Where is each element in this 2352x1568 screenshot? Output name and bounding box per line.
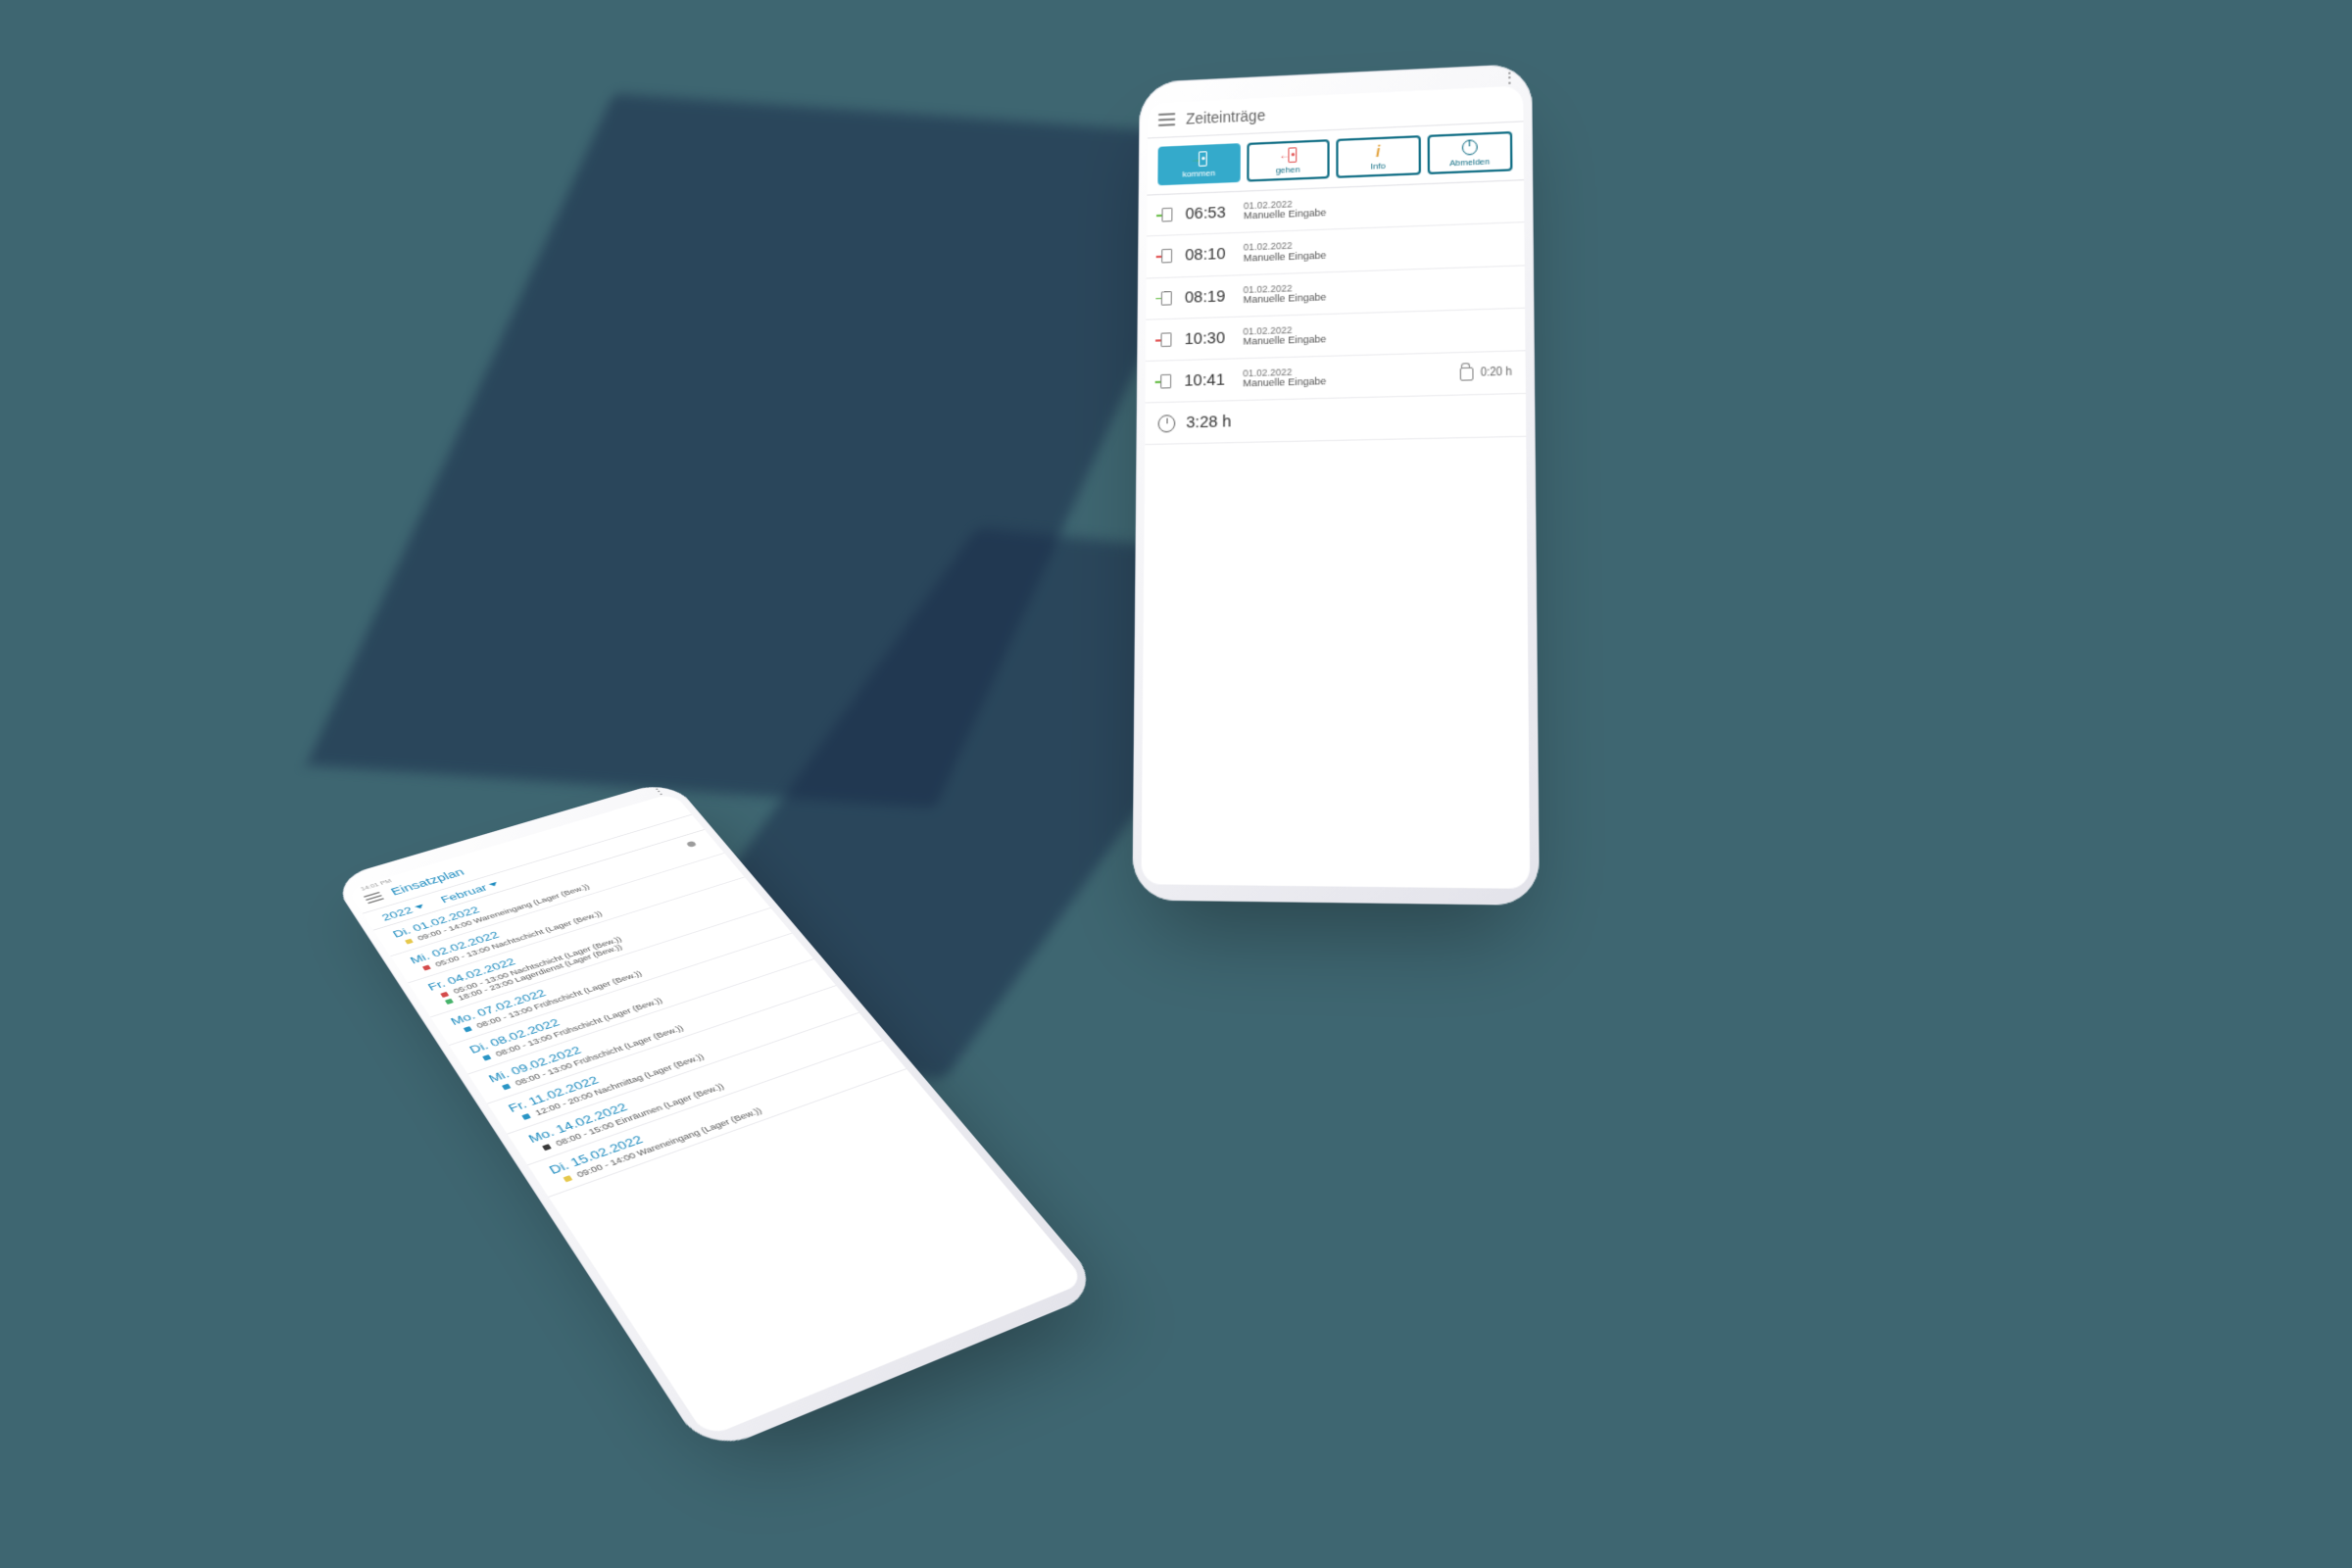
power-icon: [1460, 139, 1478, 155]
menu-icon[interactable]: [1158, 113, 1175, 126]
entry-time: 08:19: [1185, 286, 1233, 307]
door-out-icon: [1279, 147, 1297, 163]
entry-source: Manuelle Eingabe: [1243, 335, 1326, 350]
entry-extra: 0:20 h: [1460, 366, 1512, 380]
menu-icon[interactable]: [364, 892, 384, 905]
door-in-icon: [1190, 151, 1207, 167]
entry-source: Manuelle Eingabe: [1244, 250, 1327, 265]
chevron-down-icon: [489, 882, 499, 888]
shift-color-icon: [502, 1084, 512, 1091]
shift-color-icon: [563, 1175, 572, 1182]
total-row: 3:28 h: [1145, 394, 1526, 445]
chevron-down-icon: [415, 905, 424, 910]
door-out-icon: [1159, 249, 1174, 265]
entries-list: 06:53 01.02.2022Manuelle Eingabe 08:10 01.0…: [1146, 180, 1526, 404]
shift-color-icon: [445, 999, 454, 1004]
shift-color-icon: [422, 964, 431, 970]
shift-color-icon: [542, 1144, 552, 1151]
entry-meta: 01.02.2022Manuelle Eingabe: [1243, 366, 1326, 391]
kommen-button[interactable]: kommen: [1157, 143, 1240, 185]
shift-color-icon: [464, 1026, 472, 1032]
info-button[interactable]: i Info: [1336, 135, 1420, 178]
door-out-icon: [1158, 332, 1173, 348]
info-icon: i: [1369, 143, 1387, 159]
entry-time: 06:53: [1185, 203, 1232, 223]
shift-color-icon: [482, 1054, 491, 1061]
entry-time: 10:41: [1184, 370, 1232, 390]
status-dot-icon: [686, 841, 698, 848]
overflow-menu-icon[interactable]: ⋮: [1501, 69, 1518, 88]
door-in-icon: [1159, 290, 1174, 306]
total-value: 3:28 h: [1186, 413, 1231, 432]
door-in-icon: [1158, 373, 1174, 389]
entry-time: 10:30: [1185, 328, 1233, 348]
entry-time: 08:10: [1185, 245, 1233, 266]
page-title: Zeiteinträge: [1186, 107, 1265, 127]
shift-color-icon: [405, 939, 414, 945]
entry-source: Manuelle Eingabe: [1244, 209, 1327, 223]
door-in-icon: [1159, 207, 1174, 222]
clock-icon: [1158, 415, 1176, 432]
phone-zeiteintraege: ⋮ Zeiteinträge kommen gehen i Info: [1132, 64, 1540, 906]
entry-meta: 01.02.2022Manuelle Eingabe: [1244, 197, 1327, 223]
bag-icon: [1460, 367, 1474, 380]
abmelden-button[interactable]: Abmelden: [1427, 131, 1512, 174]
gehen-button[interactable]: gehen: [1247, 139, 1330, 181]
entry-source: Manuelle Eingabe: [1243, 377, 1326, 392]
entry-meta: 01.02.2022Manuelle Eingabe: [1244, 239, 1327, 266]
entry-meta: 01.02.2022Manuelle Eingabe: [1243, 323, 1326, 349]
entry-meta: 01.02.2022Manuelle Eingabe: [1243, 281, 1326, 308]
entry-source: Manuelle Eingabe: [1243, 292, 1326, 307]
shift-color-icon: [521, 1113, 531, 1120]
